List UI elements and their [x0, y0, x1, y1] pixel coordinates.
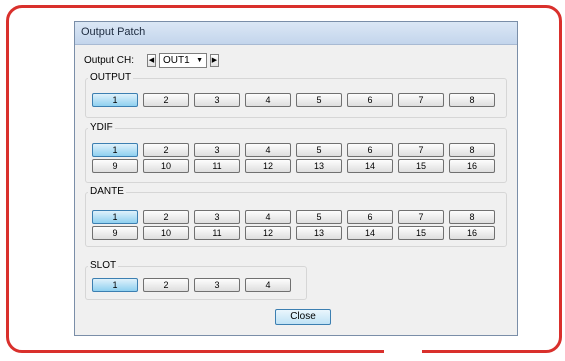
dante-button-3[interactable]: 3 [194, 210, 240, 224]
dante-button-7[interactable]: 7 [398, 210, 444, 224]
output-button-1[interactable]: 1 [92, 93, 138, 107]
slot-button-4[interactable]: 4 [245, 278, 291, 292]
title-bar: Output Patch [75, 22, 517, 45]
dialog-title: Output Patch [81, 26, 146, 38]
output-button-2[interactable]: 2 [143, 93, 189, 107]
ydif-button-1[interactable]: 1 [92, 143, 138, 157]
ydif-button-13[interactable]: 13 [296, 159, 342, 173]
dante-button-9[interactable]: 9 [92, 226, 138, 240]
dante-button-6[interactable]: 6 [347, 210, 393, 224]
ydif-button-11[interactable]: 11 [194, 159, 240, 173]
dante-button-14[interactable]: 14 [347, 226, 393, 240]
prev-channel-button[interactable]: ◀ [147, 54, 156, 67]
group-ydif-label: YDIF [88, 122, 115, 133]
close-button[interactable]: Close [275, 309, 331, 325]
slot-button-2[interactable]: 2 [143, 278, 189, 292]
dante-button-15[interactable]: 15 [398, 226, 444, 240]
ydif-button-7[interactable]: 7 [398, 143, 444, 157]
output-button-5[interactable]: 5 [296, 93, 342, 107]
output-button-7[interactable]: 7 [398, 93, 444, 107]
chevron-down-icon: ▼ [196, 57, 203, 64]
ydif-button-16[interactable]: 16 [449, 159, 495, 173]
group-slot-label: SLOT [88, 260, 119, 271]
group-output-label: OUTPUT [88, 72, 134, 83]
output-ch-select[interactable]: OUT1 ▼ [159, 53, 207, 68]
dante-button-16[interactable]: 16 [449, 226, 495, 240]
output-button-4[interactable]: 4 [245, 93, 291, 107]
dante-button-11[interactable]: 11 [194, 226, 240, 240]
output-ch-value: OUT1 [163, 55, 190, 66]
frame-notch [384, 347, 422, 361]
ydif-button-3[interactable]: 3 [194, 143, 240, 157]
dante-button-2[interactable]: 2 [143, 210, 189, 224]
output-button-3[interactable]: 3 [194, 93, 240, 107]
ydif-button-6[interactable]: 6 [347, 143, 393, 157]
dante-button-5[interactable]: 5 [296, 210, 342, 224]
dante-button-8[interactable]: 8 [449, 210, 495, 224]
ydif-button-9[interactable]: 9 [92, 159, 138, 173]
dante-button-1[interactable]: 1 [92, 210, 138, 224]
dante-button-13[interactable]: 13 [296, 226, 342, 240]
slot-button-3[interactable]: 3 [194, 278, 240, 292]
ydif-button-15[interactable]: 15 [398, 159, 444, 173]
ydif-button-5[interactable]: 5 [296, 143, 342, 157]
slot-button-1[interactable]: 1 [92, 278, 138, 292]
output-patch-dialog: Output Patch Output CH: ◀ OUT1 ▼ ▶ OUTPU… [74, 21, 518, 336]
ydif-button-4[interactable]: 4 [245, 143, 291, 157]
group-dante-label: DANTE [88, 186, 126, 197]
ydif-button-10[interactable]: 10 [143, 159, 189, 173]
output-ch-label: Output CH: [84, 55, 135, 66]
dante-button-10[interactable]: 10 [143, 226, 189, 240]
output-button-8[interactable]: 8 [449, 93, 495, 107]
ydif-button-2[interactable]: 2 [143, 143, 189, 157]
dante-button-12[interactable]: 12 [245, 226, 291, 240]
ydif-button-14[interactable]: 14 [347, 159, 393, 173]
output-button-6[interactable]: 6 [347, 93, 393, 107]
next-channel-button[interactable]: ▶ [210, 54, 219, 67]
ydif-button-8[interactable]: 8 [449, 143, 495, 157]
ydif-button-12[interactable]: 12 [245, 159, 291, 173]
dante-button-4[interactable]: 4 [245, 210, 291, 224]
